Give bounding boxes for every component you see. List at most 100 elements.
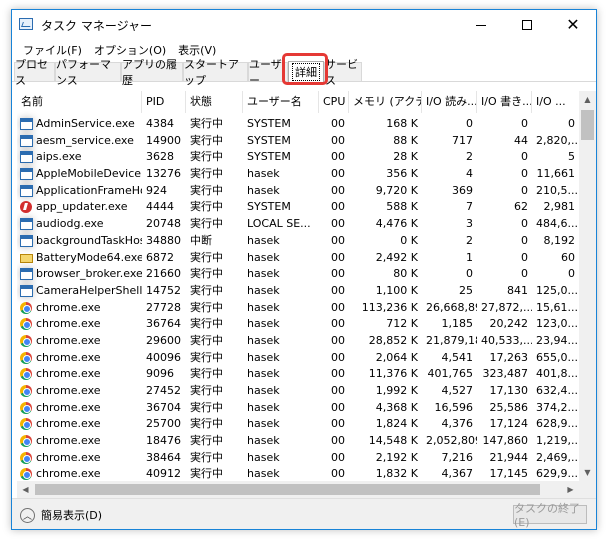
column-header-status[interactable]: 状態: [186, 91, 243, 113]
end-task-button[interactable]: タスクの終了(E): [513, 502, 587, 529]
cell-status: 実行中: [190, 450, 223, 464]
cell-io-write: 17,130: [489, 384, 529, 397]
task-manager-icon: [19, 18, 33, 30]
cell-io-write: 0: [521, 250, 528, 264]
table-body: AdminService.exe 4384 実行中 SYSTEM 00 168 K000a…: [17, 116, 579, 481]
table-row[interactable]: chrome.exe 40096 実行中 hasek 00 2,064 K 4,541 17,…: [17, 350, 579, 367]
cell-user: LOCAL SE...: [247, 217, 311, 231]
cell-io-read: 4,527: [441, 384, 474, 397]
title-bar[interactable]: タスク マネージャー ✕: [12, 10, 596, 40]
vertical-scrollbar[interactable]: ▲ ▼: [579, 91, 596, 481]
cell-io-read: 26,668,896: [426, 300, 477, 314]
table-row[interactable]: chrome.exe 36704 実行中 hasek 00 4,368 K 16,596 25…: [17, 400, 579, 417]
cell-user: hasek: [247, 233, 280, 247]
horizontal-scroll-thumb[interactable]: [35, 484, 540, 495]
cell-mem: 168 K: [386, 117, 418, 130]
cell-user: hasek: [247, 317, 280, 331]
cell-io-other: 628,9...: [536, 417, 578, 431]
cell-status: 実行中: [190, 367, 223, 381]
cell-cpu: 00: [331, 183, 345, 197]
column-header-io-write[interactable]: I/O 書き...: [477, 91, 532, 113]
vertical-scroll-thumb[interactable]: [581, 110, 594, 140]
cell-user: hasek: [247, 384, 280, 397]
column-header-memory[interactable]: メモリ (アクテ...: [349, 91, 422, 113]
cell-io-write: 0: [521, 167, 528, 181]
table-row[interactable]: BatteryMode64.exe 6872 実行中 hasek 00 2,492 K 1 0…: [17, 250, 579, 267]
tab-startup[interactable]: スタートアップ: [183, 58, 248, 87]
fewer-details-button[interactable]: ︿ 簡易表示(D): [20, 507, 102, 523]
table-row[interactable]: chrome.exe 9096 実行中 hasek 00 11,376 K 401,765 3…: [17, 366, 579, 383]
table-row[interactable]: app_updater.exe 4444 実行中 SYSTEM 00 588 K 7 62 2,…: [17, 199, 579, 216]
cell-cpu: 00: [331, 467, 345, 481]
cell-pid: 14752: [146, 283, 181, 297]
cell-pid: 38464: [146, 450, 181, 464]
cell-name: backgroundTaskHos...: [36, 233, 142, 247]
scroll-up-arrow-icon[interactable]: ▲: [579, 91, 596, 108]
tab-services[interactable]: サービス: [324, 58, 362, 87]
cell-pid: 40912: [146, 467, 181, 481]
cell-io-read: 369: [452, 183, 473, 197]
table-row[interactable]: ApplicationFrameHo... 924 実行中 hasek 00 9,720 …: [17, 183, 579, 200]
tab-bar: プロセス パフォーマンス アプリの履歴 スタートアップ ユーザー 詳細 サービス: [12, 58, 596, 87]
close-button[interactable]: ✕: [550, 10, 596, 40]
cell-name: chrome.exe: [36, 384, 101, 397]
cell-pid: 9096: [146, 367, 174, 381]
table-row[interactable]: chrome.exe 27728 実行中 hasek 00 113,236 K 26,668…: [17, 300, 579, 317]
column-header-cpu[interactable]: CPU: [319, 91, 349, 113]
cell-io-write: 0: [521, 217, 528, 231]
cell-io-read: 3: [466, 217, 473, 231]
table-row[interactable]: chrome.exe 27452 実行中 hasek 00 1,992 K 4,527 17,…: [17, 383, 579, 400]
table-row[interactable]: chrome.exe 25700 実行中 hasek 00 1,824 K 4,376 17,…: [17, 416, 579, 433]
cell-user: SYSTEM: [247, 133, 291, 147]
table-row[interactable]: chrome.exe 36764 実行中 hasek 00 712 K 1,185 20,24…: [17, 316, 579, 333]
cell-io-read: 4,367: [441, 467, 474, 481]
table-row[interactable]: CameraHelperShell.e... 14752 実行中 hasek 00 1,1…: [17, 283, 579, 300]
cell-io-write: 0: [521, 267, 528, 281]
table-row[interactable]: aips.exe 3628 実行中 SYSTEM 00 28 K 2 0 5: [17, 149, 579, 166]
cell-cpu: 00: [331, 417, 345, 431]
cell-pid: 27728: [146, 300, 181, 314]
cell-name: chrome.exe: [36, 317, 101, 331]
table-row[interactable]: AdminService.exe 4384 実行中 SYSTEM 00 168 K000: [17, 116, 579, 133]
cell-pid: 4444: [146, 200, 174, 214]
column-header-name[interactable]: 名前: [17, 91, 142, 113]
cell-name: chrome.exe: [36, 300, 101, 314]
cell-io-read: 16,596: [434, 400, 474, 414]
cell-cpu: 00: [331, 167, 345, 181]
column-header-pid[interactable]: PID: [142, 91, 186, 113]
table-row[interactable]: chrome.exe 40912 実行中 hasek 00 1,832 K 4,367 17,…: [17, 466, 579, 481]
tab-processes[interactable]: プロセス: [14, 58, 55, 87]
cell-io-other: 401,8...: [536, 367, 578, 381]
column-header-user[interactable]: ユーザー名: [243, 91, 319, 113]
table-row[interactable]: aesm_service.exe 14900 実行中 SYSTEM 00 88 K 717 4…: [17, 133, 579, 150]
tab-app-history[interactable]: アプリの履歴: [121, 58, 183, 87]
table-row[interactable]: chrome.exe 18476 実行中 hasek 00 14,548 K 2,052,8…: [17, 433, 579, 450]
horizontal-scrollbar[interactable]: ◀ ▶: [17, 481, 579, 498]
tab-performance[interactable]: パフォーマンス: [55, 58, 121, 87]
cell-io-write: 0: [521, 183, 528, 197]
cell-status: 実行中: [190, 250, 223, 264]
cell-cpu: 00: [331, 300, 345, 314]
cell-cpu: 00: [331, 384, 345, 397]
scroll-right-arrow-icon[interactable]: ▶: [562, 481, 579, 498]
minimize-button[interactable]: [458, 10, 504, 40]
table-row[interactable]: chrome.exe 38464 実行中 hasek 00 2,192 K 7,216 21,…: [17, 450, 579, 467]
cell-io-read: 1: [466, 250, 473, 264]
tab-users[interactable]: ユーザー: [248, 58, 288, 87]
table-row[interactable]: chrome.exe 29600 実行中 hasek 00 28,852 K 21,879,…: [17, 333, 579, 350]
scroll-down-arrow-icon[interactable]: ▼: [579, 464, 596, 481]
cell-io-write: 20,242: [489, 317, 529, 331]
cell-io-write: 841: [507, 283, 528, 297]
tab-details[interactable]: 詳細: [288, 61, 324, 82]
table-row[interactable]: audiodg.exe 20748 実行中 LOCAL SE... 00 4,476 K 3…: [17, 216, 579, 233]
column-header-io-other[interactable]: I/O ...: [532, 91, 579, 113]
cell-name: chrome.exe: [36, 400, 101, 414]
table-row[interactable]: browser_broker.exe 21660 実行中 hasek 00 80 K000: [17, 266, 579, 283]
close-icon: ✕: [566, 15, 580, 34]
cell-io-read: 21,879,183: [426, 333, 477, 347]
table-row[interactable]: AppleMobileDeviceP... 13276 実行中 hasek 00 356 …: [17, 166, 579, 183]
table-row[interactable]: backgroundTaskHos... 34880 中断 hasek 00 0 K 2 0 8…: [17, 233, 579, 250]
column-header-io-read[interactable]: I/O 読み...: [422, 91, 477, 113]
maximize-button[interactable]: [504, 10, 550, 40]
scroll-left-arrow-icon[interactable]: ◀: [17, 481, 34, 498]
